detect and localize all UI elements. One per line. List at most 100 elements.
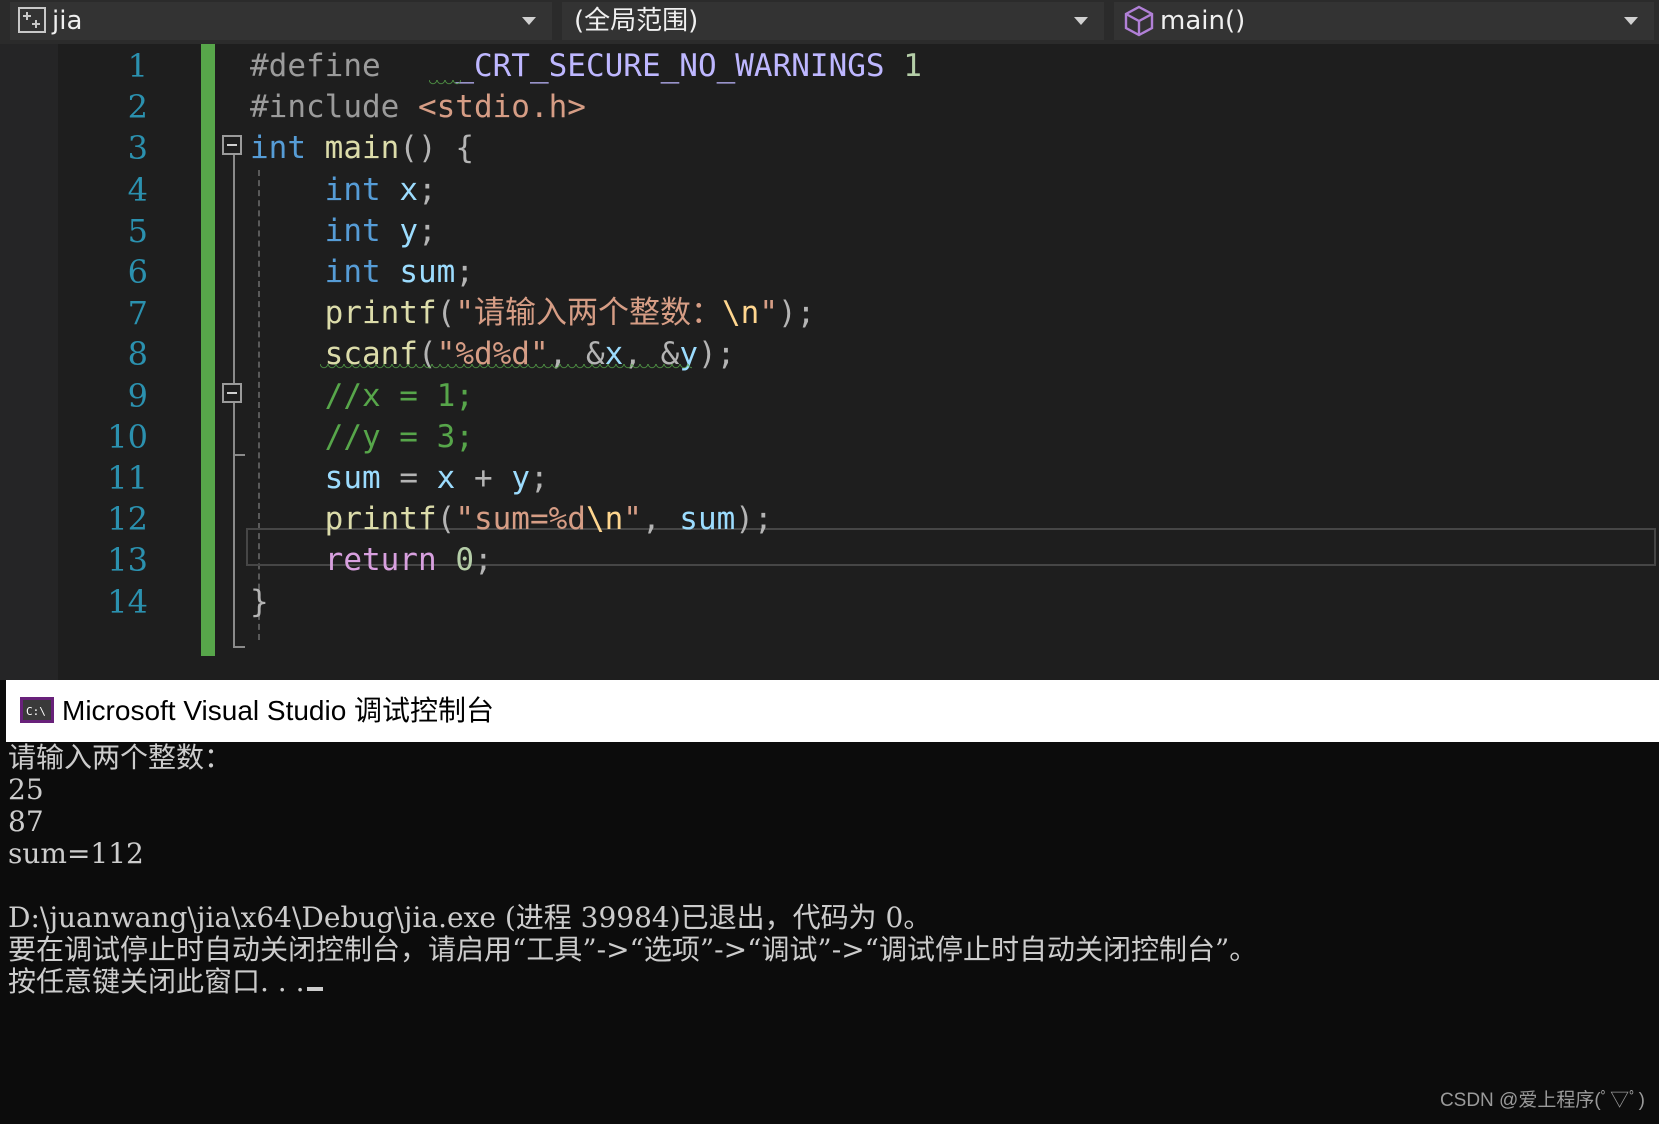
line-number: 5 [127, 211, 148, 250]
code-token: y [399, 212, 418, 249]
console-line: 25 [8, 774, 44, 806]
code-token: x [399, 171, 418, 208]
line-number: 12 [107, 500, 148, 539]
console-line-text: D:\juanwang\jia\x64\Debug\jia.exe (进程 39… [8, 901, 932, 934]
code-token: int [324, 171, 381, 208]
code-token: ( [436, 501, 456, 538]
console-output[interactable]: 请输入两个整数： 25 87 sum=112 D:\juanwang\jia\x64\D… [6, 742, 1659, 1124]
glyph-margin [0, 44, 58, 680]
change-tracking-bar [201, 44, 215, 656]
code-token: " [623, 501, 642, 538]
code-line[interactable]: //y = 3; [250, 415, 474, 459]
code-token: //x = 1; [324, 377, 474, 414]
line-number: 4 [127, 170, 148, 209]
code-token: ); [697, 336, 736, 373]
collapse-icon[interactable] [222, 135, 242, 155]
code-token: + [455, 460, 512, 496]
console-line-text: 25 [8, 773, 44, 806]
code-token: #define [250, 48, 381, 84]
project-dropdown[interactable]: jia [10, 2, 552, 40]
navigation-bar: jia (全局范围) main() [0, 0, 1659, 44]
console-line: 87 [8, 806, 44, 838]
suggestion-dots [429, 80, 461, 86]
code-editor[interactable]: 1 2 3 4 5 6 7 8 9 10 11 12 13 14 #define _CRT_SECURE_… [0, 44, 1659, 680]
code-token: y [511, 460, 530, 496]
code-token: return [324, 542, 437, 579]
code-token: #include [250, 89, 418, 126]
code-line[interactable]: printf("sum=%d\n", sum); [250, 497, 773, 541]
line-number: 7 [127, 294, 148, 333]
code-token: \n [585, 501, 624, 538]
code-line[interactable]: #include <stdio.h> [250, 85, 586, 129]
line-number: 1 [127, 47, 148, 85]
line-number: 9 [127, 376, 148, 415]
chevron-down-icon [1624, 17, 1638, 25]
code-token: printf [324, 295, 437, 332]
code-token: " [759, 295, 778, 332]
line-number: 14 [107, 582, 148, 621]
cpp-project-icon [18, 7, 46, 33]
code-line[interactable]: printf("请输入两个整数：\n"); [250, 291, 816, 335]
line-number: 8 [127, 335, 148, 374]
outline-end [233, 646, 245, 648]
code-token: printf [324, 501, 437, 538]
method-cube-icon [1124, 5, 1154, 37]
line-number: 2 [127, 88, 148, 127]
code-line[interactable]: int x; [250, 168, 437, 212]
code-token: main [324, 130, 400, 167]
console-titlebar: C:\ Microsoft Visual Studio 调试控制台 [6, 680, 1659, 742]
code-token: int [324, 254, 381, 290]
scope-dropdown[interactable]: (全局范围) [562, 2, 1104, 40]
text-cursor [306, 987, 323, 991]
console-line-text: 要在调试停止时自动关闭控制台，请启用“工具”->“选项”->“调试”->“调试停… [8, 933, 1258, 966]
code-token: ; [473, 542, 493, 579]
warning-squiggle [320, 364, 692, 370]
code-line[interactable]: #define _CRT_SECURE_NO_WARNINGS 1 [250, 44, 922, 88]
console-line-text: 请输入两个整数： [8, 741, 233, 774]
code-token: 1 [903, 48, 922, 84]
line-number: 3 [127, 129, 148, 168]
code-line[interactable]: sum = x + y; [250, 456, 549, 500]
code-line[interactable]: } [250, 580, 269, 624]
code-token: int [324, 212, 381, 249]
console-app-icon: C:\ [20, 697, 54, 723]
code-token: sum [679, 501, 736, 538]
code-token: ; [418, 212, 437, 249]
code-line[interactable]: //x = 1; [250, 374, 474, 418]
code-token: sum [324, 460, 381, 496]
outline-end [233, 454, 245, 456]
code-token: ; [418, 171, 437, 208]
code-token: _CRT_SECURE_NO_WARNINGS [455, 48, 885, 84]
watermark: CSDN @爱上程序(ﾟ▽ﾟ) [1439, 1090, 1645, 1111]
line-number: 13 [107, 541, 148, 580]
line-number: 10 [107, 417, 148, 456]
console-line-text: 87 [8, 805, 44, 838]
code-line[interactable]: int main() { [250, 126, 474, 170]
function-dropdown[interactable]: main() [1114, 2, 1654, 40]
console-line: 按任意键关闭此窗口. . . [8, 966, 323, 998]
line-number: 11 [107, 459, 148, 497]
code-token: //y = 3; [324, 418, 474, 455]
code-line[interactable]: int y; [250, 209, 437, 253]
code-token: "请输入两个整数： [455, 295, 722, 332]
code-token: } [250, 583, 269, 620]
code-token: <stdio.h> [417, 89, 586, 126]
console-line: 请输入两个整数： [8, 742, 232, 774]
scope-label: (全局范围) [574, 6, 699, 36]
console-line-text: 按任意键关闭此窗口. . . [8, 965, 305, 998]
code-line[interactable]: int sum; [250, 250, 474, 294]
collapse-icon[interactable] [222, 383, 242, 403]
code-line[interactable]: return 0; [250, 538, 493, 582]
code-token: x [436, 460, 456, 496]
